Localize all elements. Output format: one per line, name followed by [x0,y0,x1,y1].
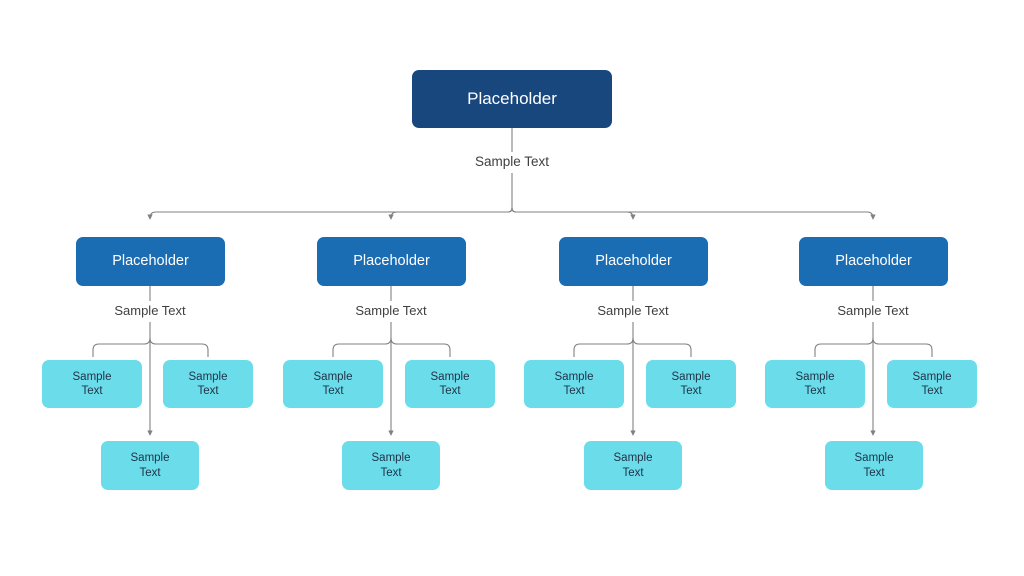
leaf-line-2: Text [380,466,402,479]
node-leaf-3-3-text: Sample Text [614,451,653,479]
node-leaf-4-3-text: Sample Text [855,451,894,479]
edge-label-branch-2: Sample Text [355,303,427,318]
node-leaf-3-2[interactable]: Sample Text [646,360,736,408]
node-leaf-4-2[interactable]: Sample Text [887,360,977,408]
leaf-line-2: Text [81,385,103,397]
node-branch-3-label: Placeholder [595,252,672,269]
leaf-line-1: Sample [130,452,170,465]
node-leaf-2-3-text: Sample Text [372,451,411,479]
leaf-line-2: Text [139,466,161,479]
node-branch-1-label: Placeholder [112,252,189,269]
leaf-line-2: Text [563,385,585,397]
node-branch-4[interactable]: Placeholder [799,237,948,286]
leaf-line-2: Text [322,385,344,397]
connector-branch-4-to-leaf-right [872,337,933,357]
connector-branch-3-to-leaf-left [573,337,634,357]
node-root[interactable]: Placeholder [412,70,612,128]
node-leaf-1-2[interactable]: Sample Text [163,360,253,408]
leaf-line-1: Sample [430,370,470,383]
connector-branch-1-to-leaf-right [149,337,209,357]
node-leaf-2-2[interactable]: Sample Text [405,360,495,408]
node-leaf-1-3-text: Sample Text [131,451,170,479]
leaf-line-1: Sample [313,370,353,383]
node-leaf-1-1-text: Sample Text [73,370,112,398]
leaf-line-2: Text [921,385,943,397]
edge-label-branch-4: Sample Text [837,303,909,318]
node-leaf-2-2-text: Sample Text [431,370,470,398]
node-leaf-3-2-text: Sample Text [672,370,711,398]
leaf-line-1: Sample [795,370,835,383]
node-leaf-4-3[interactable]: Sample Text [825,441,923,490]
node-branch-3[interactable]: Placeholder [559,237,708,286]
edge-label-branch-3: Sample Text [597,303,669,318]
connector-branch-4-to-leaf-left [814,337,874,357]
leaf-line-2: Text [439,385,461,397]
node-branch-2[interactable]: Placeholder [317,237,466,286]
leaf-line-2: Text [680,385,702,397]
connector-branch-3-to-leaf-right [632,337,692,357]
leaf-line-1: Sample [613,452,653,465]
node-branch-4-label: Placeholder [835,252,912,269]
node-leaf-1-3[interactable]: Sample Text [101,441,199,490]
connector-root-to-branch-3 [511,207,636,220]
leaf-line-1: Sample [854,452,894,465]
node-leaf-3-1[interactable]: Sample Text [524,360,624,408]
node-branch-1[interactable]: Placeholder [76,237,225,286]
node-leaf-1-1[interactable]: Sample Text [42,360,142,408]
leaf-line-1: Sample [371,452,411,465]
connector-root-to-branch-4 [511,207,876,220]
connector-branch-2-to-leaf-right [390,337,451,357]
leaf-line-1: Sample [912,370,952,383]
leaf-line-2: Text [197,385,219,397]
node-leaf-3-3[interactable]: Sample Text [584,441,682,490]
leaf-line-1: Sample [188,370,228,383]
node-root-label: Placeholder [467,88,557,108]
connector-root-to-branch-2 [388,207,513,220]
node-leaf-4-2-text: Sample Text [913,370,952,398]
node-leaf-3-1-text: Sample Text [555,370,594,398]
connector-branch-2-to-leaf-left [332,337,392,357]
node-leaf-1-2-text: Sample Text [189,370,228,398]
edge-label-root: Sample Text [474,154,550,169]
diagram-canvas: Placeholder Sample Text Placeholder Samp… [0,0,1024,576]
node-branch-2-label: Placeholder [353,252,430,269]
connector-root-to-branch-1 [147,203,513,220]
leaf-line-1: Sample [671,370,711,383]
node-leaf-2-3[interactable]: Sample Text [342,441,440,490]
edge-label-branch-1: Sample Text [114,303,186,318]
node-leaf-2-1[interactable]: Sample Text [283,360,383,408]
node-leaf-2-1-text: Sample Text [314,370,353,398]
leaf-line-1: Sample [554,370,594,383]
leaf-line-2: Text [804,385,826,397]
node-leaf-4-1-text: Sample Text [796,370,835,398]
leaf-line-2: Text [863,466,885,479]
leaf-line-1: Sample [72,370,112,383]
node-leaf-4-1[interactable]: Sample Text [765,360,865,408]
connector-branch-1-to-leaf-left [92,337,151,357]
leaf-line-2: Text [622,466,644,479]
